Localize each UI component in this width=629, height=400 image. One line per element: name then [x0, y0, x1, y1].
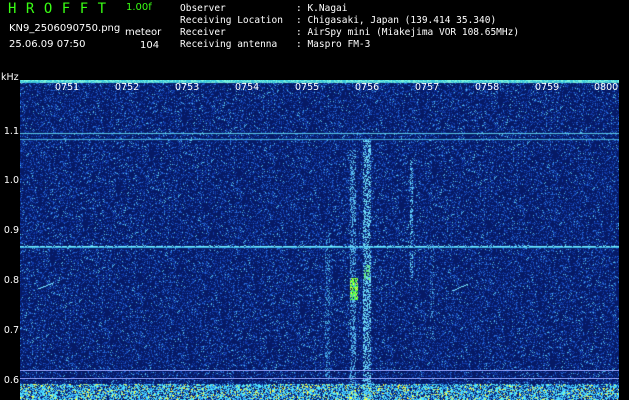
x-tick-label: 0753	[175, 82, 200, 93]
x-tick-label: 0752	[115, 82, 140, 93]
app-title: HROFFT	[8, 1, 116, 17]
datetime-label: 25.06.09 07:50	[9, 39, 86, 50]
x-tick-label: 0755	[295, 82, 320, 93]
info-value-antenna: : Maspro FM-3	[296, 39, 371, 50]
info-value-observer: : K.Nagai	[296, 3, 348, 14]
x-tick-label: 0758	[475, 82, 500, 93]
band-marker-line	[20, 370, 619, 371]
spectrogram-plot	[20, 80, 619, 400]
x-tick-label: 0751	[55, 82, 80, 93]
y-tick-label: 0.7	[3, 325, 19, 336]
info-key-location: Receiving Location	[180, 15, 283, 26]
app-version: 1.00f	[126, 2, 152, 13]
y-tick-label: 1.0	[3, 175, 19, 186]
info-value-location: : Chigasaki, Japan (139.414 35.340)	[296, 15, 497, 26]
y-tick-label: 0.9	[3, 225, 19, 236]
y-tick-label: 1.1	[3, 126, 19, 137]
info-key-receiver: Receiver	[180, 27, 226, 38]
x-tick-label: 0756	[355, 82, 380, 93]
meteor-count: 104	[140, 40, 160, 51]
filename-label: KN9_2506090750.png	[9, 23, 121, 34]
y-tick-label: 0.6	[3, 375, 19, 386]
info-value-receiver: : AirSpy mini (Miakejima VOR 108.65MHz)	[296, 27, 520, 38]
x-tick-label: 0759	[535, 82, 560, 93]
y-tick-label: 0.8	[3, 275, 19, 286]
info-key-observer: Observer	[180, 3, 226, 14]
header-panel: HROFFT 1.00f KN9_2506090750.png meteor 2…	[0, 0, 629, 78]
plot-right-margin	[619, 80, 629, 400]
info-key-antenna: Receiving antenna	[180, 39, 278, 50]
x-tick-label: 0754	[235, 82, 260, 93]
spectrogram-canvas	[20, 80, 619, 400]
band-marker-line	[20, 378, 619, 379]
x-tick-label: 0757	[415, 82, 440, 93]
x-tick-label: 0800	[594, 82, 619, 93]
y-axis-unit: kHz	[1, 72, 19, 83]
meteor-label: meteor	[125, 27, 162, 38]
